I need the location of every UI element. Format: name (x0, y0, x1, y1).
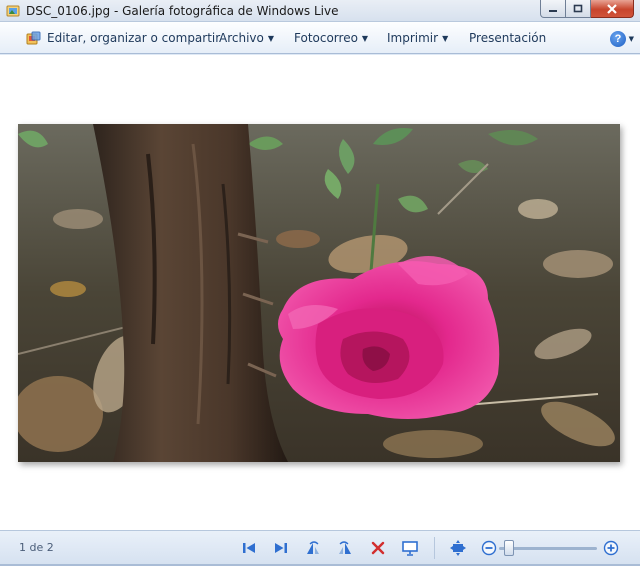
zoom-in-icon[interactable] (602, 539, 620, 557)
close-button[interactable] (591, 0, 634, 18)
photo[interactable] (18, 124, 620, 462)
photo-gallery-app-icon (6, 5, 20, 17)
next-icon[interactable] (272, 539, 290, 557)
zoom-out-icon[interactable] (480, 539, 498, 557)
menu-fotocorreo[interactable]: Fotocorreo ▼ (294, 31, 368, 45)
chevron-down-icon[interactable]: ▼ (629, 35, 634, 43)
toolbar-separator (434, 537, 435, 559)
control-bar: 1 de 2 (0, 530, 640, 566)
chevron-down-icon: ▼ (267, 34, 275, 43)
menu-imprimir-label: Imprimir (387, 31, 439, 45)
command-bar: Editar, organizar o compartir Archivo ▼ F… (0, 22, 640, 54)
menu-archivo[interactable]: Archivo ▼ (219, 31, 274, 45)
maximize-icon (573, 4, 583, 13)
close-icon (607, 3, 617, 14)
window-controls (540, 0, 634, 18)
minimize-button[interactable] (540, 0, 566, 18)
minimize-icon (549, 9, 557, 12)
chevron-down-icon: ▼ (442, 34, 449, 43)
maximize-button[interactable] (566, 0, 591, 18)
title-bar: DSC_0106.jpg - Galería fotográfica de Wi… (0, 0, 640, 22)
edit-organize-share-button[interactable]: Editar, organizar o compartir (47, 31, 220, 45)
delete-icon[interactable] (369, 539, 387, 557)
help-button[interactable]: ? (610, 31, 626, 47)
menu-archivo-label: Archivo (219, 31, 264, 45)
photo-viewer (0, 55, 640, 530)
rotate-left-icon[interactable] (304, 539, 322, 557)
rotate-right-icon[interactable] (336, 539, 354, 557)
menu-imprimir[interactable]: Imprimir ▼ (387, 31, 448, 45)
edit-organize-icon (26, 31, 41, 45)
pink-rose-photo (18, 124, 620, 462)
menu-fotocorreo-label: Fotocorreo (294, 31, 358, 45)
actual-size-icon[interactable] (449, 539, 467, 557)
window-title: DSC_0106.jpg - Galería fotográfica de Wi… (26, 4, 339, 18)
previous-icon[interactable] (240, 539, 258, 557)
zoom-slider-thumb[interactable] (504, 540, 515, 556)
help-icon: ? (614, 33, 622, 45)
chevron-down-icon: ▼ (361, 34, 369, 43)
menu-presentacion[interactable]: Presentación (469, 31, 546, 45)
photo-counter: 1 de 2 (19, 541, 54, 554)
slideshow-icon[interactable] (401, 539, 419, 557)
